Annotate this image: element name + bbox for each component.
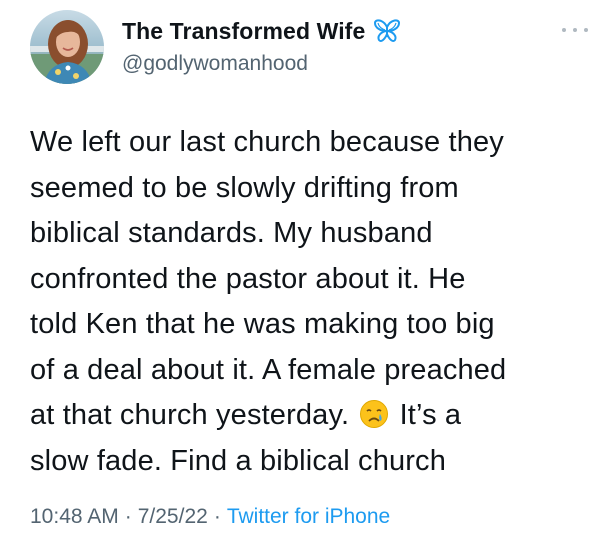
crying-face-emoji-icon [359,398,389,428]
tweet-date[interactable]: 7/25/22 [138,505,208,528]
more-dot [562,28,566,32]
meta-separator: · [213,505,221,528]
tweet-line-part: It’s a [399,399,462,431]
meta-separator: · [124,505,132,528]
display-name-row: The Transformed Wife [122,14,401,48]
butterfly-icon [373,19,401,43]
tweet-meta: 10:48 AM · 7/25/22 · Twitter for iPhone [30,505,390,529]
tweet-line: biblical standards. My husband [30,217,433,249]
author-handle[interactable]: @godlywomanhood [122,52,401,76]
more-dot [573,28,577,32]
tweet-line: seemed to be slowly drifting from [30,171,459,204]
display-name[interactable]: The Transformed Wife [122,18,365,45]
avatar[interactable] [30,10,104,84]
tweet-card: The Transformed Wife @godlywomanhood We … [0,0,600,548]
tweet-line: of a deal about it. A female preached [30,353,507,386]
tweet-line: told Ken that he was making too big [30,308,495,340]
tweet-text: We left our last church because they see… [30,120,590,484]
tweet-line-with-emoji: at that church yesterday. It’s a [30,393,590,439]
tweet-line: confronted the pastor about it. He [30,262,466,295]
tweet-line: We left our last church because they [30,126,504,158]
tweet-header: The Transformed Wife @godlywomanhood [30,10,590,88]
tweet-line-part: at that church yesterday. [30,399,350,431]
tweet-line: slow fade. Find a biblical church [30,444,446,477]
author-identity: The Transformed Wife @godlywomanhood [122,14,401,76]
avatar-image [30,10,104,84]
more-options-icon[interactable] [562,20,588,40]
tweet-time[interactable]: 10:48 AM [30,505,119,528]
tweet-source-link[interactable]: Twitter for iPhone [227,505,390,528]
more-dot [584,28,588,32]
